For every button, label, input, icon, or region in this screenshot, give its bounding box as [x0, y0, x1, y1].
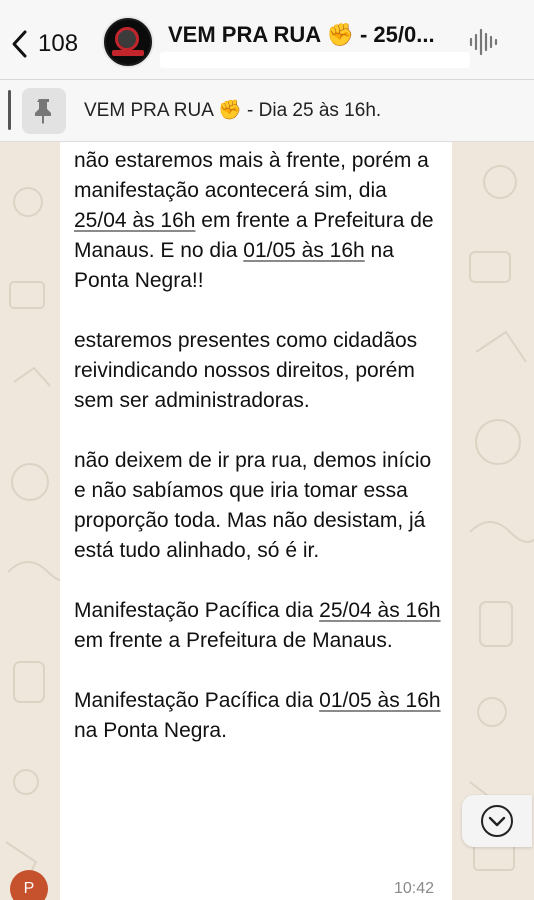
- pinned-message-bar[interactable]: VEM PRA RUA ✊ - Dia 25 às 16h.: [0, 80, 534, 142]
- message-paragraph-3: não deixem de ir pra rua, demos início e…: [74, 449, 432, 562]
- message-paragraph-1: não estaremos mais à frente, porém a man…: [74, 149, 434, 292]
- group-avatar[interactable]: [102, 16, 154, 68]
- chat-title[interactable]: VEM PRA RUA ✊ - 25/0...: [168, 22, 458, 48]
- pinned-indicator: [8, 90, 11, 130]
- message-paragraph-2: estaremos presentes como cidadãos reivin…: [74, 329, 418, 412]
- pin-icon-box: [22, 88, 66, 134]
- unread-count: 108: [38, 30, 79, 57]
- date-link[interactable]: 25/04 às 16h: [74, 209, 195, 232]
- pinned-message-text: VEM PRA RUA ✊ - Dia 25 às 16h.: [84, 100, 382, 121]
- date-link[interactable]: 01/05 às 16h: [319, 689, 440, 712]
- chat-subtitle-redacted: [160, 52, 470, 68]
- chat-header: 108 VEM PRA RUA ✊ - 25/0...: [0, 0, 534, 80]
- message-timestamp: 10:42: [394, 880, 435, 897]
- message-paragraph-4: Manifestação Pacífica dia 25/04 às 16h e…: [74, 599, 441, 652]
- chevron-left-icon: [12, 30, 27, 58]
- group-avatar-image: [106, 20, 150, 64]
- audio-wave-icon[interactable]: [468, 26, 498, 58]
- pin-icon: [35, 99, 51, 124]
- message-paragraph-5: Manifestação Pacífica dia 01/05 às 16h n…: [74, 689, 441, 742]
- message-text: não estaremos mais à frente, porém a man…: [74, 146, 444, 776]
- sender-avatar[interactable]: P: [10, 870, 48, 900]
- date-link[interactable]: 01/05 às 16h: [243, 239, 364, 262]
- chevron-down-circle-icon: [481, 805, 513, 837]
- scroll-to-bottom-button[interactable]: [462, 795, 532, 847]
- back-button[interactable]: 108: [10, 27, 78, 61]
- date-link[interactable]: 25/04 às 16h: [319, 599, 440, 622]
